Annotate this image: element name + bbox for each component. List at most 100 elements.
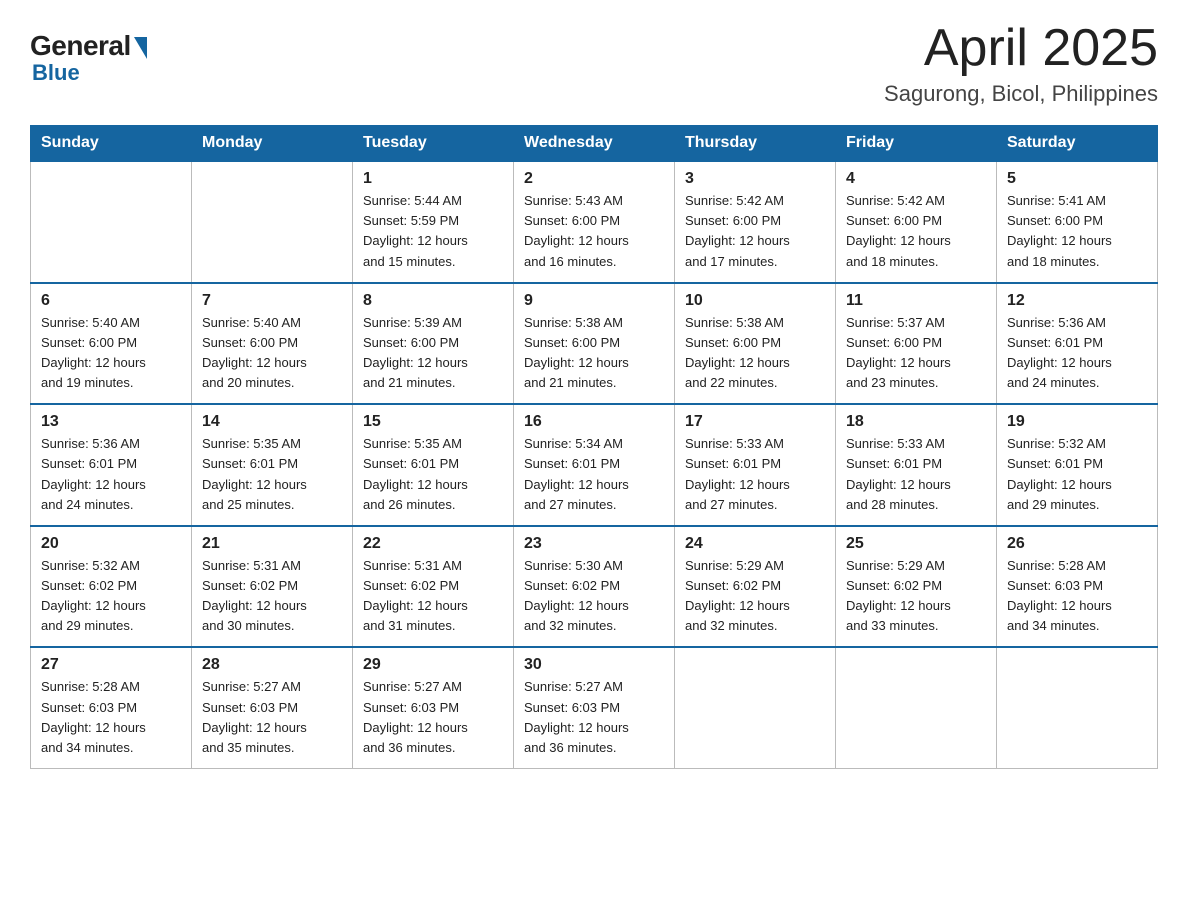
day-number: 22: [363, 535, 503, 553]
calendar-week-row: 1 Sunrise: 5:44 AM Sunset: 5:59 PM Daylig…: [31, 161, 1158, 283]
day-info: Sunrise: 5:40 AM Sunset: 6:00 PM Dayligh…: [41, 313, 181, 394]
day-number: 10: [685, 292, 825, 310]
day-number: 9: [524, 292, 664, 310]
header-wednesday: Wednesday: [514, 126, 675, 162]
day-number: 24: [685, 535, 825, 553]
day-info: Sunrise: 5:31 AM Sunset: 6:02 PM Dayligh…: [202, 556, 342, 637]
calendar-week-row: 20 Sunrise: 5:32 AM Sunset: 6:02 PM Dayli…: [31, 526, 1158, 648]
day-number: 6: [41, 292, 181, 310]
day-info: Sunrise: 5:29 AM Sunset: 6:02 PM Dayligh…: [685, 556, 825, 637]
day-info: Sunrise: 5:38 AM Sunset: 6:00 PM Dayligh…: [685, 313, 825, 394]
day-number: 25: [846, 535, 986, 553]
calendar-week-row: 13 Sunrise: 5:36 AM Sunset: 6:01 PM Dayli…: [31, 404, 1158, 526]
day-number: 7: [202, 292, 342, 310]
day-number: 19: [1007, 413, 1147, 431]
calendar-day-cell: 19 Sunrise: 5:32 AM Sunset: 6:01 PM Dayli…: [997, 404, 1158, 526]
logo: General Blue: [30, 30, 147, 86]
day-info: Sunrise: 5:34 AM Sunset: 6:01 PM Dayligh…: [524, 434, 664, 515]
calendar-day-cell: 3Sunrise: 5:42 AM Sunset: 6:00 PM Daylig…: [675, 161, 836, 283]
day-info: Sunrise: 5:44 AM Sunset: 5:59 PM Dayligh…: [363, 191, 503, 272]
day-number: 4: [846, 170, 986, 188]
day-number: 14: [202, 413, 342, 431]
day-number: 16: [524, 413, 664, 431]
header-thursday: Thursday: [675, 126, 836, 162]
logo-general-text: General: [30, 30, 131, 62]
day-info: Sunrise: 5:31 AM Sunset: 6:02 PM Dayligh…: [363, 556, 503, 637]
calendar-day-cell: 18 Sunrise: 5:33 AM Sunset: 6:01 PM Dayli…: [836, 404, 997, 526]
logo-blue-text: Blue: [32, 60, 80, 86]
day-info: Sunrise: 5:28 AM Sunset: 6:03 PM Dayligh…: [41, 677, 181, 758]
day-number: 26: [1007, 535, 1147, 553]
calendar-day-cell: 17 Sunrise: 5:33 AM Sunset: 6:01 PM Dayli…: [675, 404, 836, 526]
header-saturday: Saturday: [997, 126, 1158, 162]
day-number: 20: [41, 535, 181, 553]
calendar-day-cell: 2 Sunrise: 5:43 AM Sunset: 6:00 PM Daylig…: [514, 161, 675, 283]
day-info: Sunrise: 5:27 AM Sunset: 6:03 PM Dayligh…: [363, 677, 503, 758]
calendar-table: Sunday Monday Tuesday Wednesday Thursday…: [30, 125, 1158, 769]
calendar-day-cell: 26Sunrise: 5:28 AM Sunset: 6:03 PM Dayli…: [997, 526, 1158, 648]
day-info: Sunrise: 5:27 AM Sunset: 6:03 PM Dayligh…: [524, 677, 664, 758]
calendar-day-cell: [192, 161, 353, 283]
calendar-day-cell: 27 Sunrise: 5:28 AM Sunset: 6:03 PM Dayli…: [31, 647, 192, 768]
calendar-day-cell: [836, 647, 997, 768]
calendar-day-cell: 14 Sunrise: 5:35 AM Sunset: 6:01 PM Dayli…: [192, 404, 353, 526]
calendar-day-cell: 16 Sunrise: 5:34 AM Sunset: 6:01 PM Dayli…: [514, 404, 675, 526]
calendar-day-cell: 1 Sunrise: 5:44 AM Sunset: 5:59 PM Daylig…: [353, 161, 514, 283]
calendar-day-cell: 30 Sunrise: 5:27 AM Sunset: 6:03 PM Dayli…: [514, 647, 675, 768]
calendar-day-cell: 25 Sunrise: 5:29 AM Sunset: 6:02 PM Dayli…: [836, 526, 997, 648]
day-info: Sunrise: 5:29 AM Sunset: 6:02 PM Dayligh…: [846, 556, 986, 637]
day-info: Sunrise: 5:41 AM Sunset: 6:00 PM Dayligh…: [1007, 191, 1147, 272]
day-number: 28: [202, 656, 342, 674]
day-info: Sunrise: 5:35 AM Sunset: 6:01 PM Dayligh…: [363, 434, 503, 515]
day-info: Sunrise: 5:27 AM Sunset: 6:03 PM Dayligh…: [202, 677, 342, 758]
day-number: 13: [41, 413, 181, 431]
header-friday: Friday: [836, 126, 997, 162]
day-info: Sunrise: 5:35 AM Sunset: 6:01 PM Dayligh…: [202, 434, 342, 515]
day-number: 30: [524, 656, 664, 674]
calendar-day-cell: 29 Sunrise: 5:27 AM Sunset: 6:03 PM Dayli…: [353, 647, 514, 768]
day-info: Sunrise: 5:37 AM Sunset: 6:00 PM Dayligh…: [846, 313, 986, 394]
day-number: 21: [202, 535, 342, 553]
day-info: Sunrise: 5:39 AM Sunset: 6:00 PM Dayligh…: [363, 313, 503, 394]
day-info: Sunrise: 5:33 AM Sunset: 6:01 PM Dayligh…: [685, 434, 825, 515]
day-number: 3: [685, 170, 825, 188]
calendar-day-cell: [31, 161, 192, 283]
calendar-day-cell: 23Sunrise: 5:30 AM Sunset: 6:02 PM Dayli…: [514, 526, 675, 648]
calendar-day-cell: 20 Sunrise: 5:32 AM Sunset: 6:02 PM Dayli…: [31, 526, 192, 648]
calendar-week-row: 27 Sunrise: 5:28 AM Sunset: 6:03 PM Dayli…: [31, 647, 1158, 768]
day-number: 18: [846, 413, 986, 431]
day-number: 12: [1007, 292, 1147, 310]
calendar-day-cell: 9Sunrise: 5:38 AM Sunset: 6:00 PM Daylig…: [514, 283, 675, 405]
day-number: 29: [363, 656, 503, 674]
calendar-day-cell: 21 Sunrise: 5:31 AM Sunset: 6:02 PM Dayli…: [192, 526, 353, 648]
day-number: 1: [363, 170, 503, 188]
day-info: Sunrise: 5:43 AM Sunset: 6:00 PM Dayligh…: [524, 191, 664, 272]
day-number: 17: [685, 413, 825, 431]
day-info: Sunrise: 5:40 AM Sunset: 6:00 PM Dayligh…: [202, 313, 342, 394]
calendar-day-cell: 13 Sunrise: 5:36 AM Sunset: 6:01 PM Dayli…: [31, 404, 192, 526]
calendar-day-cell: 12Sunrise: 5:36 AM Sunset: 6:01 PM Dayli…: [997, 283, 1158, 405]
day-number: 2: [524, 170, 664, 188]
day-info: Sunrise: 5:32 AM Sunset: 6:01 PM Dayligh…: [1007, 434, 1147, 515]
header-sunday: Sunday: [31, 126, 192, 162]
day-info: Sunrise: 5:33 AM Sunset: 6:01 PM Dayligh…: [846, 434, 986, 515]
calendar-title: April 2025: [884, 20, 1158, 77]
calendar-day-cell: 28 Sunrise: 5:27 AM Sunset: 6:03 PM Dayli…: [192, 647, 353, 768]
calendar-location: Sagurong, Bicol, Philippines: [884, 81, 1158, 107]
day-number: 27: [41, 656, 181, 674]
day-info: Sunrise: 5:30 AM Sunset: 6:02 PM Dayligh…: [524, 556, 664, 637]
day-info: Sunrise: 5:32 AM Sunset: 6:02 PM Dayligh…: [41, 556, 181, 637]
calendar-day-cell: 15 Sunrise: 5:35 AM Sunset: 6:01 PM Dayli…: [353, 404, 514, 526]
calendar-day-cell: 6 Sunrise: 5:40 AM Sunset: 6:00 PM Daylig…: [31, 283, 192, 405]
calendar-day-cell: 11Sunrise: 5:37 AM Sunset: 6:00 PM Dayli…: [836, 283, 997, 405]
calendar-week-row: 6 Sunrise: 5:40 AM Sunset: 6:00 PM Daylig…: [31, 283, 1158, 405]
day-number: 15: [363, 413, 503, 431]
calendar-day-cell: 10 Sunrise: 5:38 AM Sunset: 6:00 PM Dayli…: [675, 283, 836, 405]
day-info: Sunrise: 5:36 AM Sunset: 6:01 PM Dayligh…: [41, 434, 181, 515]
day-info: Sunrise: 5:42 AM Sunset: 6:00 PM Dayligh…: [846, 191, 986, 272]
calendar-header-row: Sunday Monday Tuesday Wednesday Thursday…: [31, 126, 1158, 162]
calendar-day-cell: 24 Sunrise: 5:29 AM Sunset: 6:02 PM Dayli…: [675, 526, 836, 648]
calendar-day-cell: 8 Sunrise: 5:39 AM Sunset: 6:00 PM Daylig…: [353, 283, 514, 405]
calendar-day-cell: 4 Sunrise: 5:42 AM Sunset: 6:00 PM Daylig…: [836, 161, 997, 283]
day-number: 8: [363, 292, 503, 310]
